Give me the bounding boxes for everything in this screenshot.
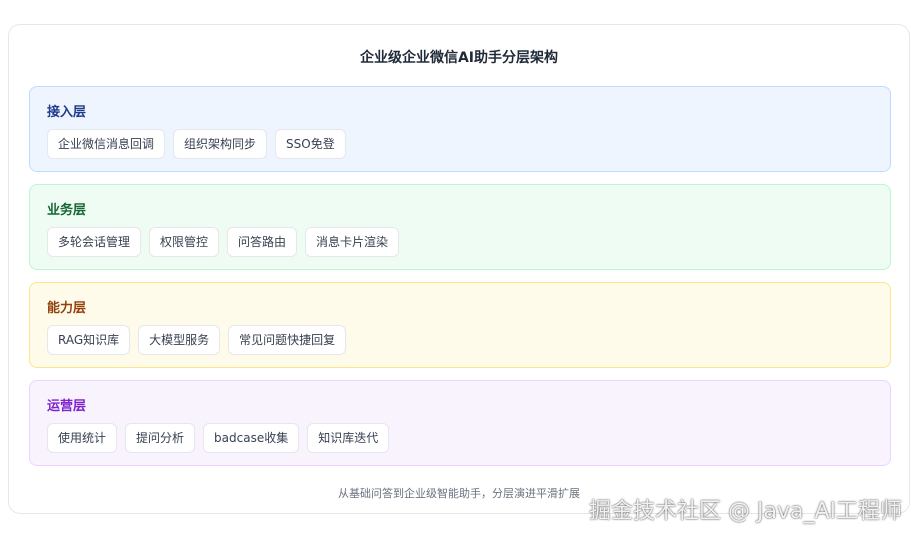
chip-org-sync: 组织架构同步 [173,129,268,159]
layer-items-capability: RAG知识库 大模型服务 常见问题快捷回复 [47,325,347,355]
chip-card-render: 消息卡片渲染 [305,227,400,257]
layer-items-operations: 使用统计 提问分析 badcase收集 知识库迭代 [47,423,390,453]
chip-usage-stats: 使用统计 [47,423,118,453]
layer-label-operations: 运营层 [47,399,87,414]
layer-label-capability: 能力层 [47,301,87,316]
layer-label-access: 接入层 [47,105,87,120]
chip-multi-turn: 多轮会话管理 [47,227,142,257]
layer-items-access: 企业微信消息回调 组织架构同步 SSO免登 [47,129,346,159]
layer-label-business: 业务层 [47,203,87,218]
layer-items-business: 多轮会话管理 权限管控 问答路由 消息卡片渲染 [47,227,400,257]
layer-business: 业务层 多轮会话管理 权限管控 问答路由 消息卡片渲染 [29,184,891,270]
chip-kb-iteration: 知识库迭代 [307,423,390,453]
layer-capability: 能力层 RAG知识库 大模型服务 常见问题快捷回复 [29,282,891,368]
chip-faq-reply: 常见问题快捷回复 [228,325,347,355]
diagram-title: 企业级企业微信AI助手分层架构 [359,50,559,66]
watermark: 掘金技术社区 @ Java_AI工程师 [589,499,902,524]
chip-rag-kb: RAG知识库 [47,325,131,355]
chip-badcase: badcase收集 [203,423,300,453]
chip-wecom-callback: 企业微信消息回调 [47,129,166,159]
chip-qa-routing: 问答路由 [227,227,298,257]
layer-access: 接入层 企业微信消息回调 组织架构同步 SSO免登 [29,86,891,172]
chip-sso: SSO免登 [275,129,346,159]
chip-question-analysis: 提问分析 [125,423,196,453]
architecture-diagram-card: 企业级企业微信AI助手分层架构 接入层 企业微信消息回调 组织架构同步 SSO免… [8,24,910,514]
chip-llm-service: 大模型服务 [138,325,221,355]
layer-operations: 运营层 使用统计 提问分析 badcase收集 知识库迭代 [29,380,891,466]
chip-permission: 权限管控 [149,227,220,257]
